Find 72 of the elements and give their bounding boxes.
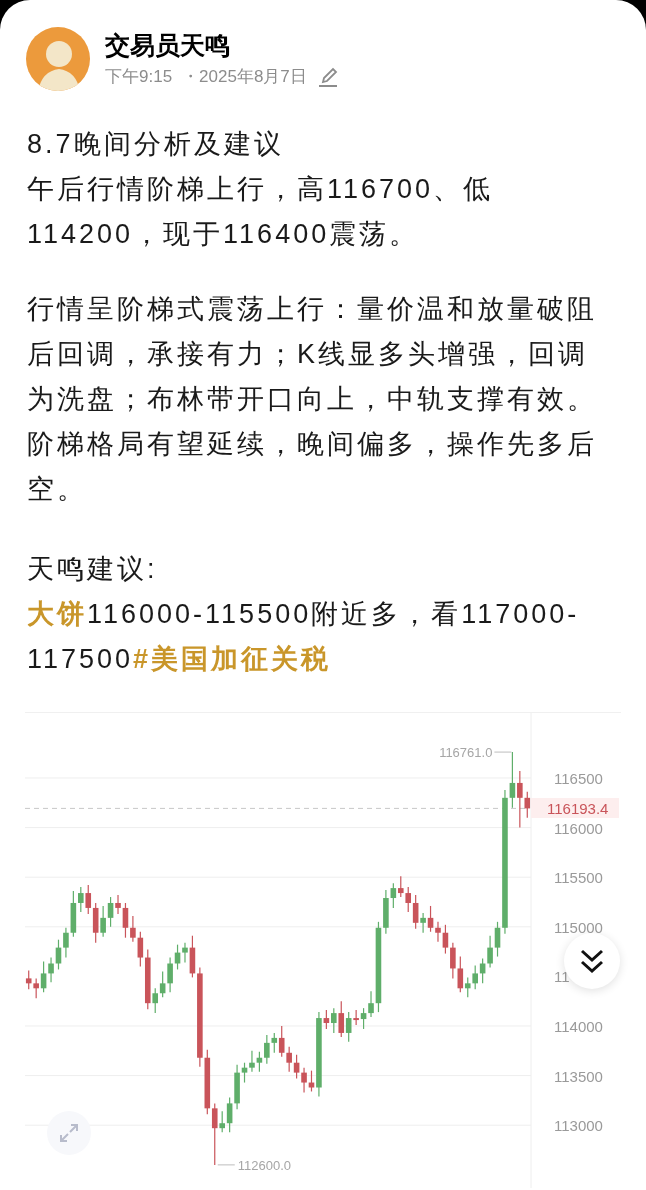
candlestick (211, 1102, 218, 1166)
candlestick (457, 955, 464, 993)
axis-label: 113500 (554, 1067, 603, 1085)
candlestick (40, 960, 47, 993)
candlestick (271, 1032, 278, 1054)
candlestick (353, 1009, 359, 1026)
post-paragraph: 大饼116000-115500附近多，看117000-117500#美国加征关税 (27, 598, 581, 676)
candlestick (301, 1067, 307, 1094)
author-name[interactable]: 交易员天鸣 (105, 29, 341, 61)
candlestick (48, 956, 54, 983)
candlestick (397, 875, 404, 898)
candlestick (33, 977, 39, 999)
post-date: ・2025年8月7日 (182, 66, 307, 88)
candlestick (115, 894, 121, 915)
candlestick (420, 912, 426, 934)
candlestick (345, 1011, 352, 1043)
candlestick (167, 956, 173, 993)
high-price-label: 116761.0 (439, 745, 493, 761)
expand-icon (58, 1122, 80, 1144)
candlestick (107, 896, 114, 928)
candlestick (338, 1000, 345, 1038)
candlestick (450, 942, 456, 979)
candlestick (264, 1034, 270, 1065)
axis-label: 116000 (554, 819, 603, 837)
leader-line (493, 751, 512, 753)
candlestick (85, 884, 92, 915)
candlestick (405, 886, 412, 913)
candlestick (509, 751, 516, 809)
candlestick (25, 969, 32, 990)
axis-label: 11 (554, 968, 570, 986)
candlestick (412, 894, 419, 930)
candlestick (63, 927, 69, 959)
axis-label: 116500 (554, 770, 603, 787)
candlestick (219, 1110, 225, 1133)
axis-label: 115000 (554, 918, 603, 936)
candlestick (524, 791, 531, 819)
price-tag: 116193.4 (531, 798, 619, 818)
post-paragraph: 行情呈阶梯式震荡上行：量价温和放量破阻后回调，承接有力；K线显多头增强，回调为洗盘；布林带开口向上，中轨支撑有效。阶梯格局有望延续，晚间偏多，操作先多后空。 (27, 293, 598, 506)
topic-link[interactable]: 大饼 (27, 599, 87, 629)
candlestick (182, 942, 188, 964)
candlestick (464, 976, 471, 998)
axis-label: 114000 (554, 1018, 603, 1035)
candlestick (249, 1050, 255, 1073)
candlestick (152, 987, 159, 1014)
candlestick (78, 886, 84, 913)
candlestick (472, 964, 478, 990)
candlestick (435, 921, 441, 943)
low-price-label: 112600.0 (237, 1157, 291, 1173)
post-paragraph: 天鸣建议: (27, 553, 159, 586)
candlestick (278, 1025, 285, 1058)
candlestick (226, 1096, 233, 1133)
candlestick (487, 935, 493, 969)
candlestick (368, 990, 374, 1018)
post-time: 下午9:15 (105, 66, 173, 88)
candlestick (442, 924, 449, 955)
axis-label: 113000 (554, 1117, 603, 1135)
double-chevron-down-icon (579, 947, 605, 975)
candlestick (494, 921, 501, 958)
candlestick (130, 915, 136, 943)
candlestick (100, 905, 106, 938)
post-title: 8.7晚间分析及建议 (27, 128, 285, 161)
axis-label: 115500 (554, 869, 603, 887)
candlestick (286, 1046, 292, 1073)
expand-button[interactable] (47, 1111, 91, 1155)
candlestick (331, 1007, 337, 1034)
candlestick (517, 770, 523, 829)
candlestick (137, 931, 144, 968)
topic-link[interactable]: #美国加征关税 (133, 644, 332, 674)
post-paragraph: 午后行情阶梯上行，高116700、低114200，现于116400震荡。 (27, 173, 495, 251)
candlestick (122, 902, 129, 939)
leader-line (217, 1164, 236, 1166)
candlestick (360, 1007, 367, 1030)
